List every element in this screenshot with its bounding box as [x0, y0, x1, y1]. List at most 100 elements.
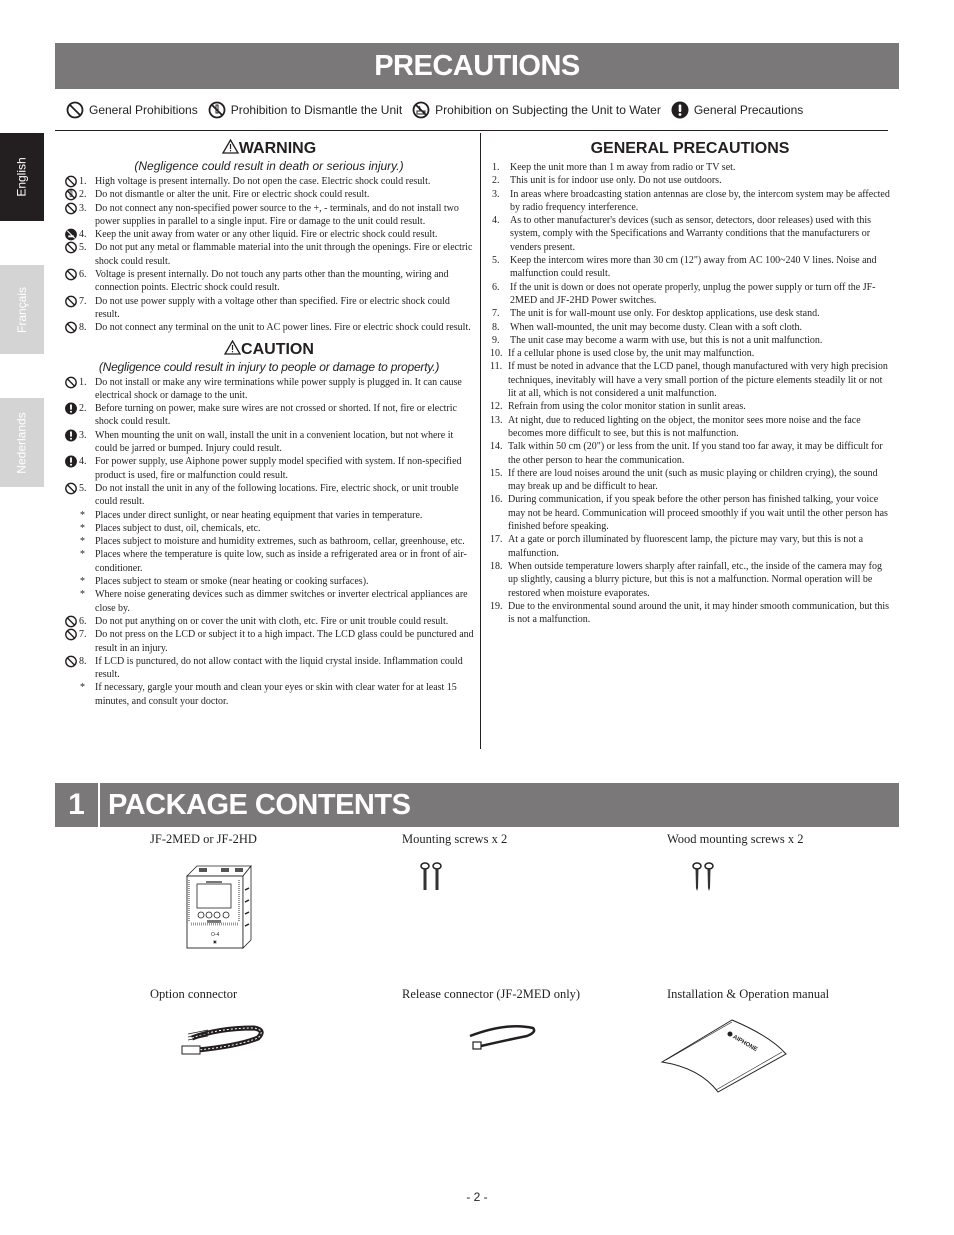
item-text: Voltage is present internally. Do not to… [95, 269, 449, 294]
legend-label: Prohibition to Dismantle the Unit [230, 103, 403, 117]
page-number: - 2 - [466, 1190, 488, 1204]
item-number: 8. [492, 321, 500, 333]
general-item: 1. Keep the unit more than 1 m away from … [490, 161, 890, 174]
item-text: Keep the unit away from water or any oth… [95, 229, 438, 241]
item-text: Do not install the unit in any of the fo… [95, 482, 459, 508]
caution-item: 6. Do not put anything on or cover the un… [64, 615, 474, 628]
item-number: 4. [79, 229, 87, 241]
general-item: 3. In areas where broadcasting station an… [490, 188, 890, 215]
item-label-wood-screws: Wood mounting screws x 2 [667, 832, 804, 846]
item-number: 5. [492, 255, 500, 267]
subitem-text: Places subject to dust, oil, chemicals, … [95, 522, 261, 534]
monitor-unit-image: O-4 ▣ [186, 864, 252, 949]
caution-heading: CAUTION [64, 339, 474, 360]
item-text: High voltage is present internally. Do n… [95, 176, 431, 187]
item-text: When outside temperature lowers sharply … [508, 560, 883, 599]
general-item: 17. At a gate or porch illuminated by flu… [490, 533, 890, 560]
tab-label: Nederlands [15, 411, 29, 474]
subitem-text: Places subject to moisture and humidity … [95, 536, 465, 548]
asterisk-bullet: * [80, 576, 85, 588]
prohibition-icon [64, 295, 78, 308]
item-number: 15. [490, 467, 503, 479]
item-number: 4. [492, 215, 500, 227]
asterisk-bullet: * [80, 509, 85, 521]
general-item: 13. At night, due to reduced lighting on … [490, 414, 890, 441]
legend-item-general-precautions: General Precautions [671, 101, 803, 119]
caution-subitem: * Places subject to moisture and humidity… [64, 535, 474, 548]
general-prohibition-icon [66, 101, 84, 119]
item-number: 7. [79, 629, 87, 641]
no-water-icon [412, 101, 430, 119]
item-number: 7. [492, 308, 500, 320]
item-number: 6. [79, 615, 87, 627]
language-tab-nederlands[interactable]: Nederlands [0, 398, 44, 487]
caution-item: 7. Do not press on the LCD or subject it … [64, 628, 474, 655]
general-item: 8. When wall-mounted, the unit may become… [490, 321, 890, 334]
legend-label: General Prohibitions [89, 103, 198, 117]
item-number: 3. [79, 429, 87, 441]
precaution-icon [64, 429, 78, 442]
item-text: Do not put anything on or cover the unit… [95, 615, 449, 627]
general-item: 14. Talk within 50 cm (20") or less from … [490, 440, 890, 467]
no-water-icon [64, 228, 78, 241]
item-text: If there are loud noises around the unit… [508, 467, 878, 493]
item-text: The unit is for wall-mount use only. For… [510, 308, 820, 320]
general-precautions-list: 1. Keep the unit more than 1 m away from … [490, 161, 890, 626]
precaution-icon [64, 402, 78, 415]
tab-label: Français [15, 286, 30, 333]
caution-subitem: * Places subject to dust, oil, chemicals,… [64, 522, 474, 535]
caution-subitem: * Places where the temperature is quite l… [64, 548, 474, 575]
item-number: 1. [79, 376, 87, 388]
item-number: 5. [79, 242, 87, 254]
item-number: 19. [490, 600, 503, 612]
general-item: 18. When outside temperature lowers sharp… [490, 560, 890, 600]
item-text: In areas where broadcasting station ante… [510, 188, 890, 213]
language-tab-francais[interactable]: Français [0, 265, 44, 354]
legend-item-general-prohibitions: General Prohibitions [66, 101, 198, 119]
svg-text:▣: ▣ [213, 939, 217, 944]
caution-item: 3. When mounting the unit on wall, instal… [64, 429, 474, 456]
prohibition-icon [64, 482, 78, 495]
item-label-monitor: JF-2MED or JF-2HD [150, 832, 257, 846]
item-number: 16. [490, 494, 503, 506]
item-text: If must be noted in advance that the LCD… [508, 361, 888, 400]
manual-image: AIPHONE [660, 1019, 787, 1093]
caution-title: CAUTION [241, 340, 314, 358]
subitem-text: Places under direct sunlight, or near he… [95, 509, 423, 521]
item-label-mounting-screws: Mounting screws x 2 [402, 832, 508, 846]
subitem-text: Where noise generating devices such as d… [95, 589, 468, 614]
subitem-text: Places where the temperature is quite lo… [95, 549, 467, 574]
item-number: 10. [490, 348, 503, 360]
subitem-text: If necessary, gargle your mouth and clea… [95, 682, 457, 707]
item-number: 8. [79, 655, 87, 667]
item-text: Do not connect any terminal on the unit … [95, 322, 471, 334]
caution-subitem: * If necessary, gargle your mouth and cle… [64, 681, 474, 708]
warning-item: 2. Do not dismantle or alter the unit. Fi… [64, 188, 474, 201]
general-item: 4. As to other manufacturer's devices (su… [490, 214, 890, 254]
language-tab-english[interactable]: English [0, 133, 44, 221]
item-label-manual: Installation & Operation manual [667, 987, 830, 1001]
item-text: Do not install or make any wire terminat… [95, 376, 462, 401]
item-label-option-connector: Option connector [150, 987, 238, 1001]
warning-caution-column: WARNING (Negligence could result in deat… [64, 138, 474, 708]
item-number: 2. [79, 403, 87, 415]
item-number: 6. [492, 281, 500, 293]
legend-item-no-dismantle: Prohibition to Dismantle the Unit [208, 101, 402, 119]
item-number: 7. [79, 295, 87, 307]
item-text: When wall-mounted, the unit may become d… [510, 321, 803, 333]
asterisk-bullet: * [80, 549, 85, 561]
general-item: 11. If must be noted in advance that the … [490, 360, 890, 400]
asterisk-bullet: * [80, 589, 85, 601]
item-text: Do not put any metal or flammable materi… [95, 242, 473, 267]
item-text: At night, due to reduced lighting on the… [508, 414, 861, 439]
svg-text:O-4: O-4 [211, 932, 220, 938]
prohibition-icon [64, 241, 78, 254]
caution-subitem: * Places under direct sunlight, or near h… [64, 509, 474, 522]
prohibition-icon [64, 268, 78, 281]
general-item: 10. If a cellular phone is used close by,… [490, 347, 890, 360]
prohibition-icon [64, 615, 78, 628]
item-text: Do not connect any non-specified power s… [95, 202, 459, 227]
general-item: 15. If there are loud noises around the u… [490, 467, 890, 494]
caution-item: 8. If LCD is punctured, do not allow cont… [64, 655, 474, 682]
item-text: This unit is for indoor use only. Do not… [510, 175, 722, 187]
